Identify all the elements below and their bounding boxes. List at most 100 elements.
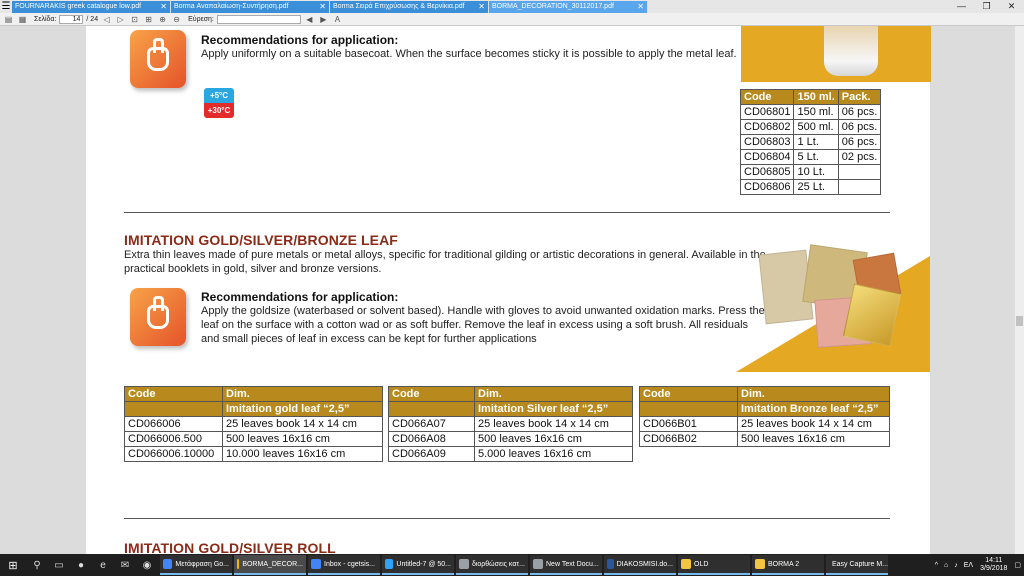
app-icon [459, 559, 469, 569]
tab-borma-restoration[interactable]: Borma Αναπαλαίωση-Συντήρηση.pdf ✕ [171, 1, 330, 13]
notifications-icon[interactable]: ▢ [1014, 561, 1021, 569]
minimize-icon[interactable]: — [949, 0, 974, 13]
table-cell: 500 leaves 16x16 cm [222, 431, 383, 447]
taskbar-item[interactable]: Inbox - cgetsis... [308, 555, 380, 575]
taskbar-item[interactable]: OLD [678, 555, 750, 575]
table-cell: 1 Lt. [793, 134, 839, 150]
language-indicator[interactable]: EΛ [964, 562, 973, 569]
app-icon [607, 559, 614, 569]
tab-label: Borma Σειρά Επιχρύσωσης & Βερνίκια.pdf [333, 3, 465, 10]
open-icon[interactable]: ▤ [3, 15, 14, 24]
table-cell [388, 401, 475, 417]
table-cell: CD066A09 [388, 446, 475, 462]
app-icon [237, 559, 240, 569]
network-icon[interactable]: ⌂ [944, 562, 948, 569]
task-view-icon[interactable]: ▭ [48, 554, 70, 576]
table-row: CD06805 10 Lt. [739, 164, 882, 180]
taskbar: ⊞ ⚲ ▭ ● e ✉ ◉ Μετάφραση Go... BORMA_DECOR… [0, 554, 1024, 576]
firefox-icon[interactable]: ● [70, 554, 92, 576]
taskbar-item[interactable]: DIAKOSMISI.do... [604, 555, 676, 575]
taskbar-item[interactable]: BORMA 2 [752, 555, 824, 575]
table-cell: 25 leaves book 14 x 14 cm [222, 416, 383, 432]
taskbar-item[interactable]: Μετάφραση Go... [160, 555, 232, 575]
table-cell: 500 ml. [793, 119, 839, 135]
taskbar-item-label: DIAKOSMISI.do... [616, 560, 673, 568]
taskbar-item[interactable]: New Text Docu... [530, 555, 602, 575]
tab-borma-gilding[interactable]: Borma Σειρά Επιχρύσωσης & Βερνίκια.pdf ✕ [330, 1, 489, 13]
product-table-silver-leaf: Code Dim. Imitation Silver leaf “2,5” CD066… [388, 386, 633, 462]
find-input[interactable] [216, 14, 301, 24]
table-cell: CD066006.500 [124, 431, 223, 447]
scrollbar-thumb[interactable] [1016, 316, 1023, 326]
section-description: practical booklets in gold, silver and b… [124, 263, 382, 275]
taskbar-item-label: Μετάφραση Go... [175, 560, 229, 568]
close-icon[interactable]: ✕ [319, 1, 326, 13]
rec-text: Apply uniformly on a suitable basecoat. … [201, 48, 737, 60]
volume-icon[interactable]: ♪ [954, 562, 958, 569]
taskbar-item[interactable]: Untitled-7 @ 50... [382, 555, 454, 575]
mail-icon[interactable]: ✉ [114, 554, 136, 576]
divider [124, 518, 890, 519]
product-bottle-image [824, 26, 878, 76]
close-window-icon[interactable]: ✕ [999, 0, 1024, 13]
zoom-out-icon[interactable]: ⊖ [171, 15, 182, 24]
maximize-icon[interactable]: ❐ [974, 0, 999, 13]
taskbar-item[interactable]: BORMA_DECOR... [234, 555, 306, 575]
table-row: CD06802 500 ml. 06 pcs. [739, 119, 882, 135]
zoom-in-icon[interactable]: ⊕ [157, 15, 168, 24]
menu-icon[interactable]: ☰ [0, 0, 12, 13]
col-header: Code [739, 89, 795, 105]
taskbar-item-label: Easy Capture M... [832, 560, 888, 568]
table-cell: 500 leaves 16x16 cm [474, 431, 633, 447]
table-cell: 10.000 leaves 16x16 cm [222, 446, 383, 462]
find-prev-icon[interactable]: ◀ [304, 15, 315, 24]
taskbar-item[interactable]: Easy Capture M... [826, 555, 888, 575]
match-case-icon[interactable]: A [332, 15, 343, 24]
tab-label: FOURNARAKIS greek catalogue low.pdf [15, 3, 142, 10]
fit-page-icon[interactable]: ⊡ [129, 15, 140, 24]
prev-page-icon[interactable]: ◁ [101, 15, 112, 24]
tab-label: Borma Αναπαλαίωση-Συντήρηση.pdf [174, 3, 289, 10]
chrome-icon[interactable]: ◉ [136, 554, 158, 576]
col-header: Pack. [837, 89, 882, 105]
clock[interactable]: 14:11 3/9/2018 [980, 557, 1007, 573]
table-row: CD06804 5 Lt. 02 pcs. [739, 149, 882, 165]
clock-date: 3/9/2018 [980, 565, 1008, 572]
taskbar-item[interactable]: διορθώσεις κατ... [456, 555, 528, 575]
task-list: Μετάφραση Go... BORMA_DECOR... Inbox - cge… [158, 555, 888, 575]
next-page-icon[interactable]: ▷ [115, 15, 126, 24]
page-total: / 24 [86, 15, 99, 23]
page-number-input[interactable]: 14 [59, 14, 84, 24]
print-icon[interactable]: ▦ [17, 15, 28, 24]
vertical-scrollbar[interactable] [1014, 26, 1024, 554]
windows-start-icon[interactable]: ⊞ [0, 554, 26, 576]
close-icon[interactable]: ✕ [160, 1, 167, 13]
find-next-icon[interactable]: ▶ [318, 15, 329, 24]
table-row: CD06803 1 Lt. 06 pcs. [739, 134, 882, 150]
col-header: Code [639, 386, 738, 402]
tab-borma-decoration[interactable]: BORMA_DECORATION_30112017.pdf ✕ [489, 1, 648, 13]
close-icon[interactable]: ✕ [478, 1, 485, 13]
table-row: CD066A08 500 leaves 16x16 cm [388, 431, 633, 447]
table-cell: CD066006 [124, 416, 223, 432]
edge-icon[interactable]: e [92, 554, 114, 576]
document-viewport[interactable]: Recommendations for application: Apply u… [0, 26, 1014, 554]
search-icon[interactable]: ⚲ [26, 554, 48, 576]
table-cell: CD066B01 [639, 416, 738, 432]
table-subheader: Imitation gold leaf “2,5” [222, 401, 383, 417]
table-cell: 06 pcs. [837, 119, 882, 135]
table-cell: 06 pcs. [837, 104, 882, 120]
table-cell: 25 leaves book 14 x 14 cm [737, 416, 890, 432]
app-window: ☰ FOURNARAKIS greek catalogue low.pdf ✕ B… [0, 0, 1024, 576]
app-icon [163, 559, 173, 569]
fit-width-icon[interactable]: ⊞ [143, 15, 154, 24]
toolbar: ▤ ▦ Σελίδα: 14 / 24 ◁ ▷ ⊡ ⊞ ⊕ ⊖ Εύρεση: … [0, 13, 1024, 26]
tab-fournarakis[interactable]: FOURNARAKIS greek catalogue low.pdf ✕ [12, 1, 171, 13]
table-cell: CD06803 [739, 134, 795, 150]
table-cell: CD066006.10000 [124, 446, 223, 462]
table-cell: CD066A08 [388, 431, 475, 447]
section-description: Extra thin leaves made of pure metals or… [124, 249, 766, 261]
tray-chevron-icon[interactable]: ^ [935, 562, 938, 569]
clock-time: 14:11 [985, 557, 1003, 564]
close-icon[interactable]: ✕ [637, 1, 644, 13]
